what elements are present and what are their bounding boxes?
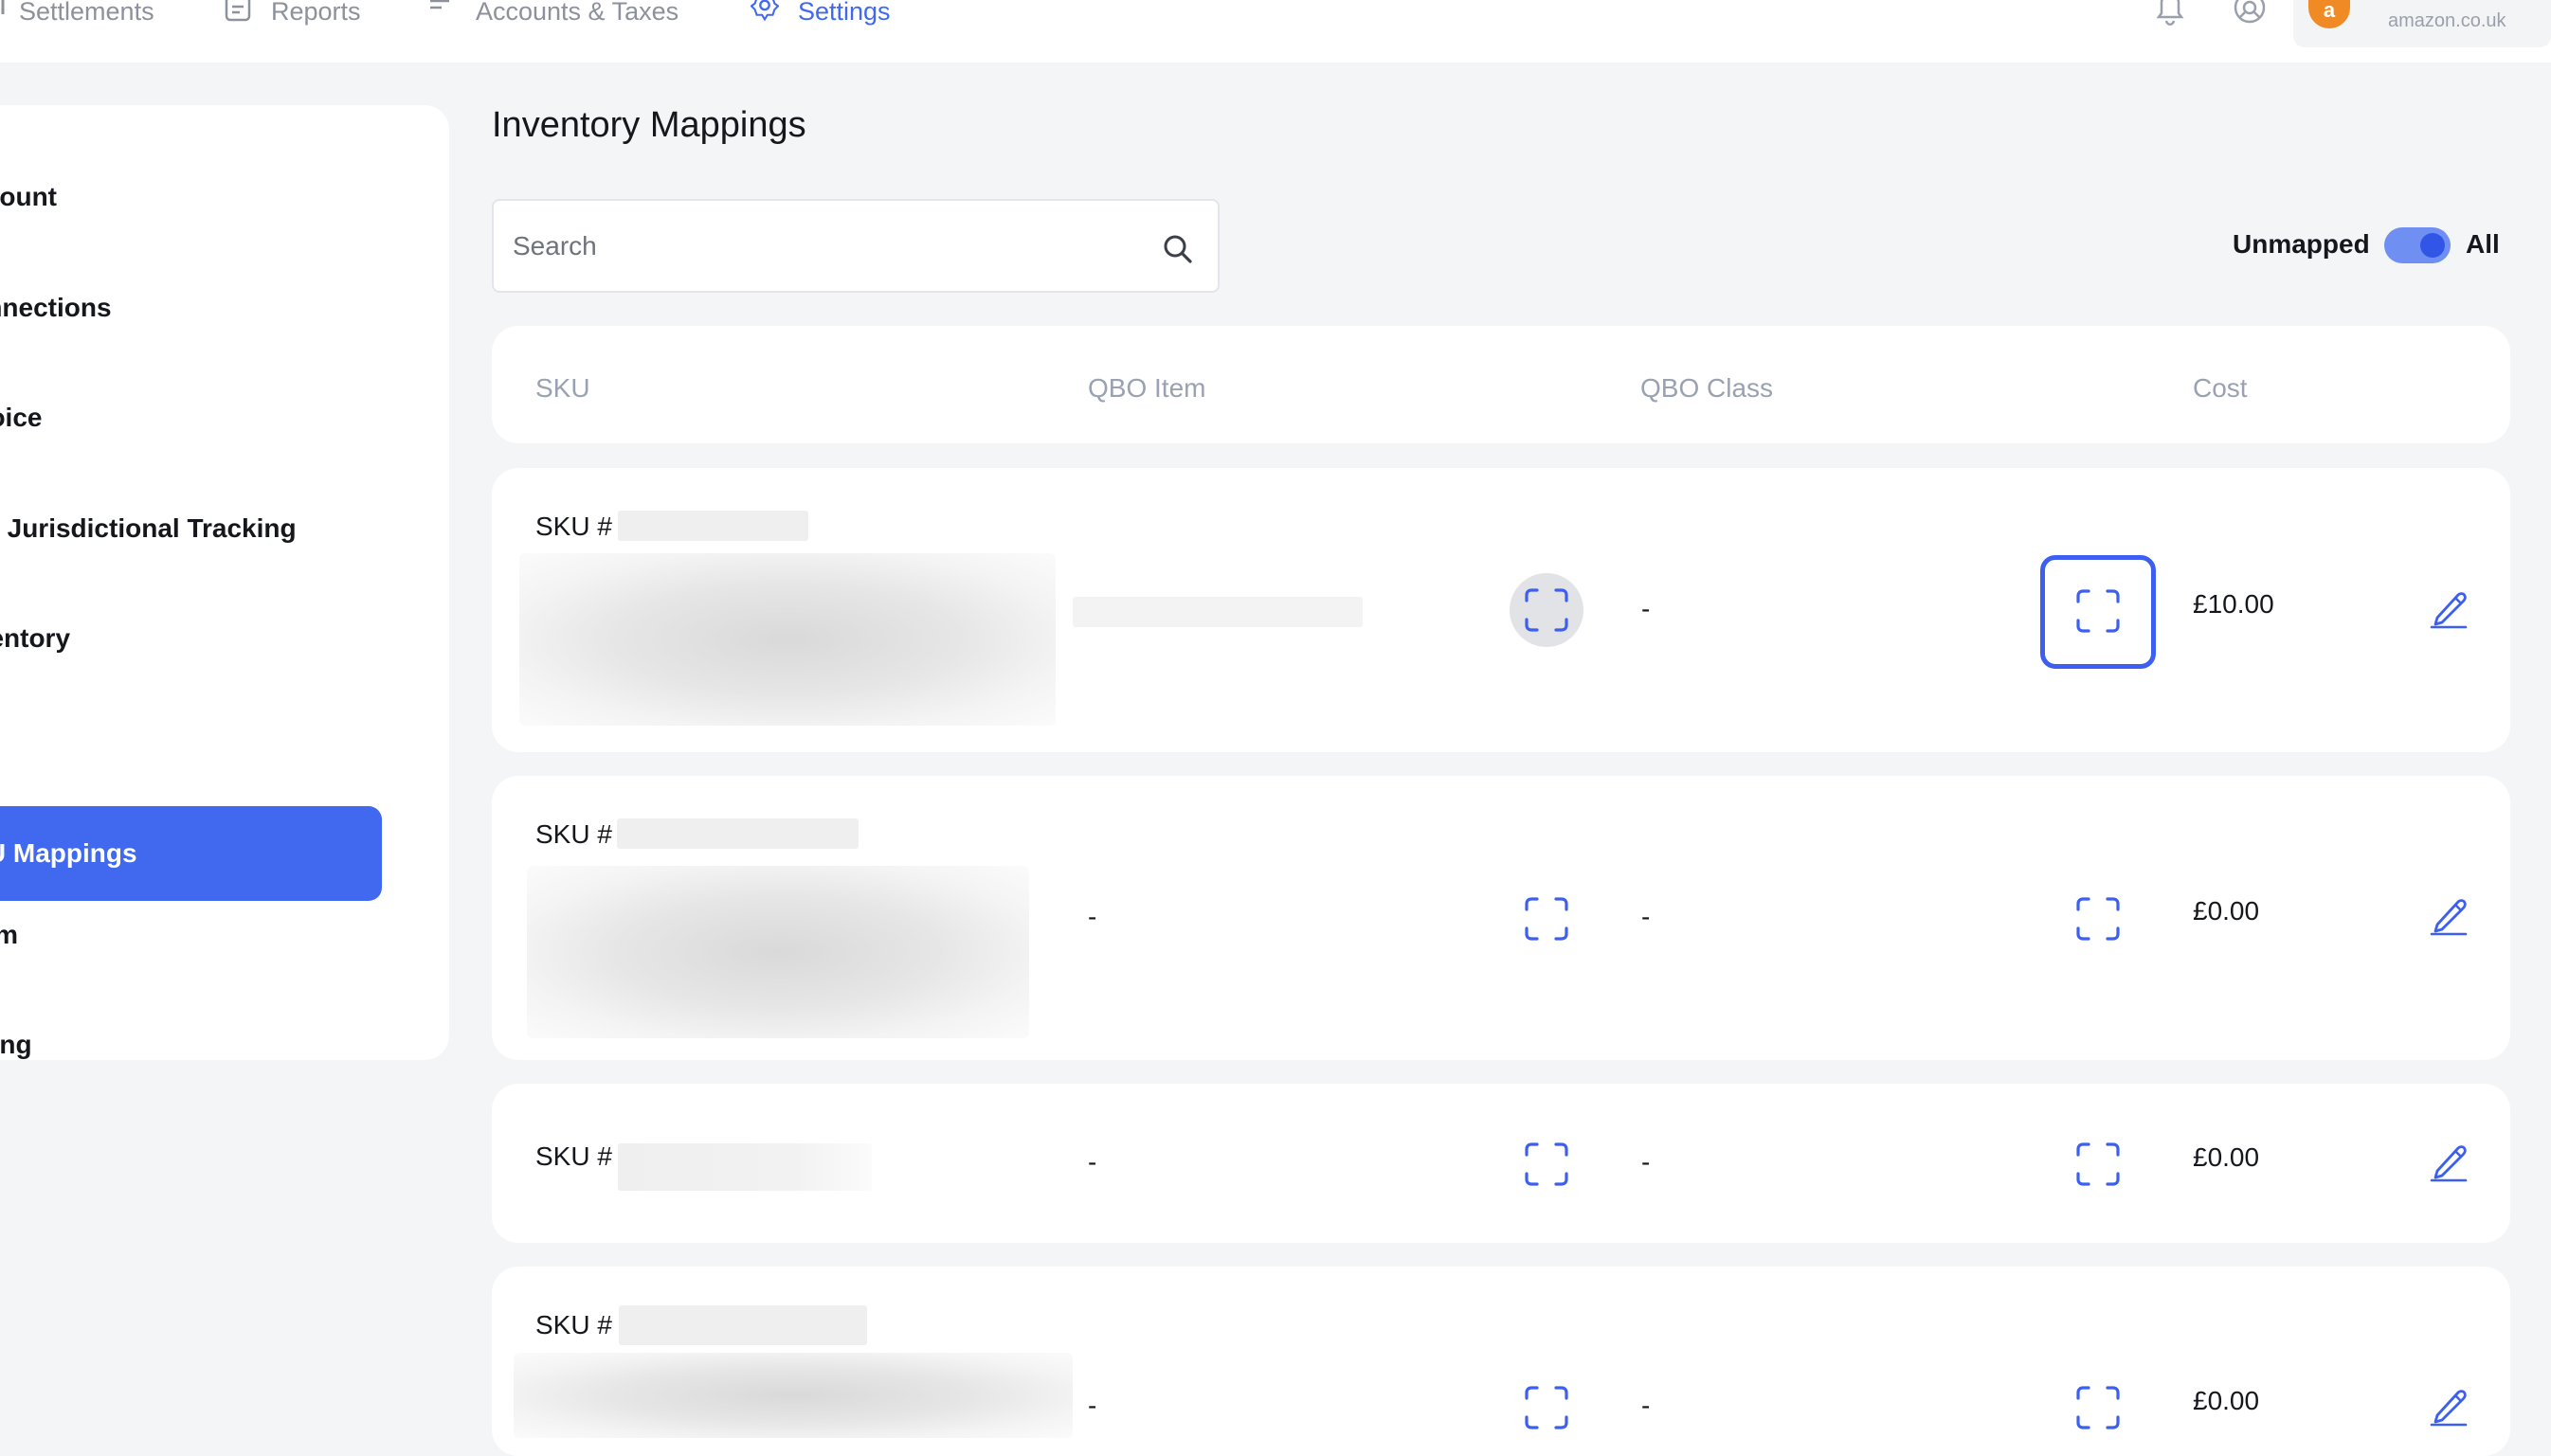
sidebar-item-label: Invoice [0,403,43,432]
nav-reports-label: Reports [271,0,361,26]
scan-icon [1525,897,1568,941]
sidebar-item-invoice[interactable]: Invoice [0,389,379,446]
qbo-item-value: - [1088,902,1097,931]
account-domain: amazon.co.uk [2388,10,2506,31]
qbo-item-scan-button[interactable] [1524,1141,1569,1187]
list-icon [428,0,457,26]
qbo-class-value: - [1641,1147,1651,1177]
sku-label: SKU # [535,1141,612,1171]
cost-value: £0.00 [2193,1142,2260,1172]
sidebar-item-vat-tracking[interactable]: VAT Jurisdictional Tracking [0,500,379,557]
sidebar-item-label: Inventory [0,623,71,653]
settlements-icon [0,0,6,26]
sku-label: SKU # [535,1310,612,1339]
scan-icon [2076,1386,2120,1429]
edit-pencil-icon[interactable] [2428,587,2470,629]
sidebar-item-label: Team [0,920,19,949]
sidebar-item-label: Account [0,182,57,211]
bell-icon[interactable] [2153,0,2187,27]
gear-icon [751,0,779,26]
sidebar-item-billing[interactable]: Billing [0,1016,379,1073]
qbo-item-scan-button[interactable] [1524,896,1569,942]
column-header-cost: Cost [2193,373,2248,403]
cost-value: £0.00 [2193,896,2260,926]
qbo-item-value: - [1088,1391,1097,1420]
sidebar-item-label: VAT Jurisdictional Tracking [0,513,297,543]
qbo-class-scan-button[interactable] [2075,896,2121,942]
pencil-icon [2430,592,2468,629]
cost-value: £0.00 [2193,1386,2260,1415]
search-input[interactable] [511,222,1131,271]
sidebar-item-team[interactable]: Team [0,907,379,963]
redacted-qbo-item [1073,597,1363,627]
redacted-sku [619,1305,867,1345]
qbo-item-scan-button[interactable] [1524,1385,1569,1430]
toggle-knob [2420,233,2445,258]
redacted-sku [618,511,808,541]
nav-settings[interactable]: Settings [751,0,891,26]
sku-label: SKU # [535,819,612,849]
nav-settlements-label: Settlements [19,0,154,26]
top-navigation-bar: Settlements Reports Accounts & Taxes Set… [0,0,2551,63]
edit-pencil-icon[interactable] [2428,1385,2470,1427]
scan-icon [2076,589,2120,633]
sidebar-item-connections[interactable]: Connections [0,279,379,336]
qbo-class-scan-button[interactable] [2075,1385,2121,1430]
redacted-sku [617,818,859,849]
redacted-product-name [527,866,1029,1038]
settings-sidebar: Account Connections Invoice VAT Jurisdic… [0,105,449,1060]
qbo-class-scan-button[interactable] [2075,1141,2121,1187]
sku-label: SKU # [535,512,612,541]
cost-value: £10.00 [2193,589,2274,619]
scan-icon [1525,588,1568,632]
sidebar-item-label: SKU Mappings [0,838,137,868]
nav-accounts-taxes[interactable]: Accounts & Taxes [428,0,678,26]
qbo-class-value: - [1641,1391,1651,1420]
sidebar-item-inventory[interactable]: Inventory [0,610,379,667]
pencil-icon [2430,899,2468,936]
qbo-class-value: - [1641,594,1651,623]
redacted-sku [618,1143,872,1191]
edit-pencil-icon[interactable] [2428,1141,2470,1182]
qbo-class-scan-button[interactable] [2075,588,2121,634]
column-header-qbo-class: QBO Class [1640,373,1774,403]
scan-icon [1525,1386,1568,1429]
scan-icon [2076,1142,2120,1186]
search-box [492,199,1220,293]
unmapped-all-toggle[interactable] [2384,227,2451,263]
pencil-icon [2430,1390,2468,1427]
qbo-item-scan-button[interactable] [1524,587,1569,633]
nav-reports[interactable]: Reports [224,0,361,26]
nav-accounts-taxes-label: Accounts & Taxes [476,0,679,26]
filter-unmapped-label[interactable]: Unmapped [2233,229,2370,260]
sidebar-item-sku-mappings[interactable]: SKU Mappings [0,806,382,901]
nav-settlements[interactable]: Settlements [0,0,154,26]
scan-icon [2076,897,2120,941]
redacted-product-name [519,553,1056,726]
column-header-sku: SKU [535,373,590,403]
support-icon[interactable] [2233,0,2267,27]
qbo-item-value: - [1088,1147,1097,1177]
edit-pencil-icon[interactable] [2428,894,2470,936]
column-header-qbo-item: QBO Item [1088,373,1206,403]
filter-all-label[interactable]: All [2466,229,2500,260]
sidebar-item-account[interactable]: Account [0,169,379,225]
scan-icon [1525,1142,1568,1186]
nav-settings-label: Settings [798,0,891,26]
pencil-icon [2430,1145,2468,1182]
redacted-product-name [514,1353,1073,1438]
report-icon [224,0,252,26]
sidebar-item-label: Billing [0,1030,32,1059]
qbo-class-value: - [1641,902,1651,931]
sidebar-item-label: Connections [0,293,112,322]
search-icon[interactable] [1161,232,1195,266]
page-title: Inventory Mappings [492,105,806,145]
